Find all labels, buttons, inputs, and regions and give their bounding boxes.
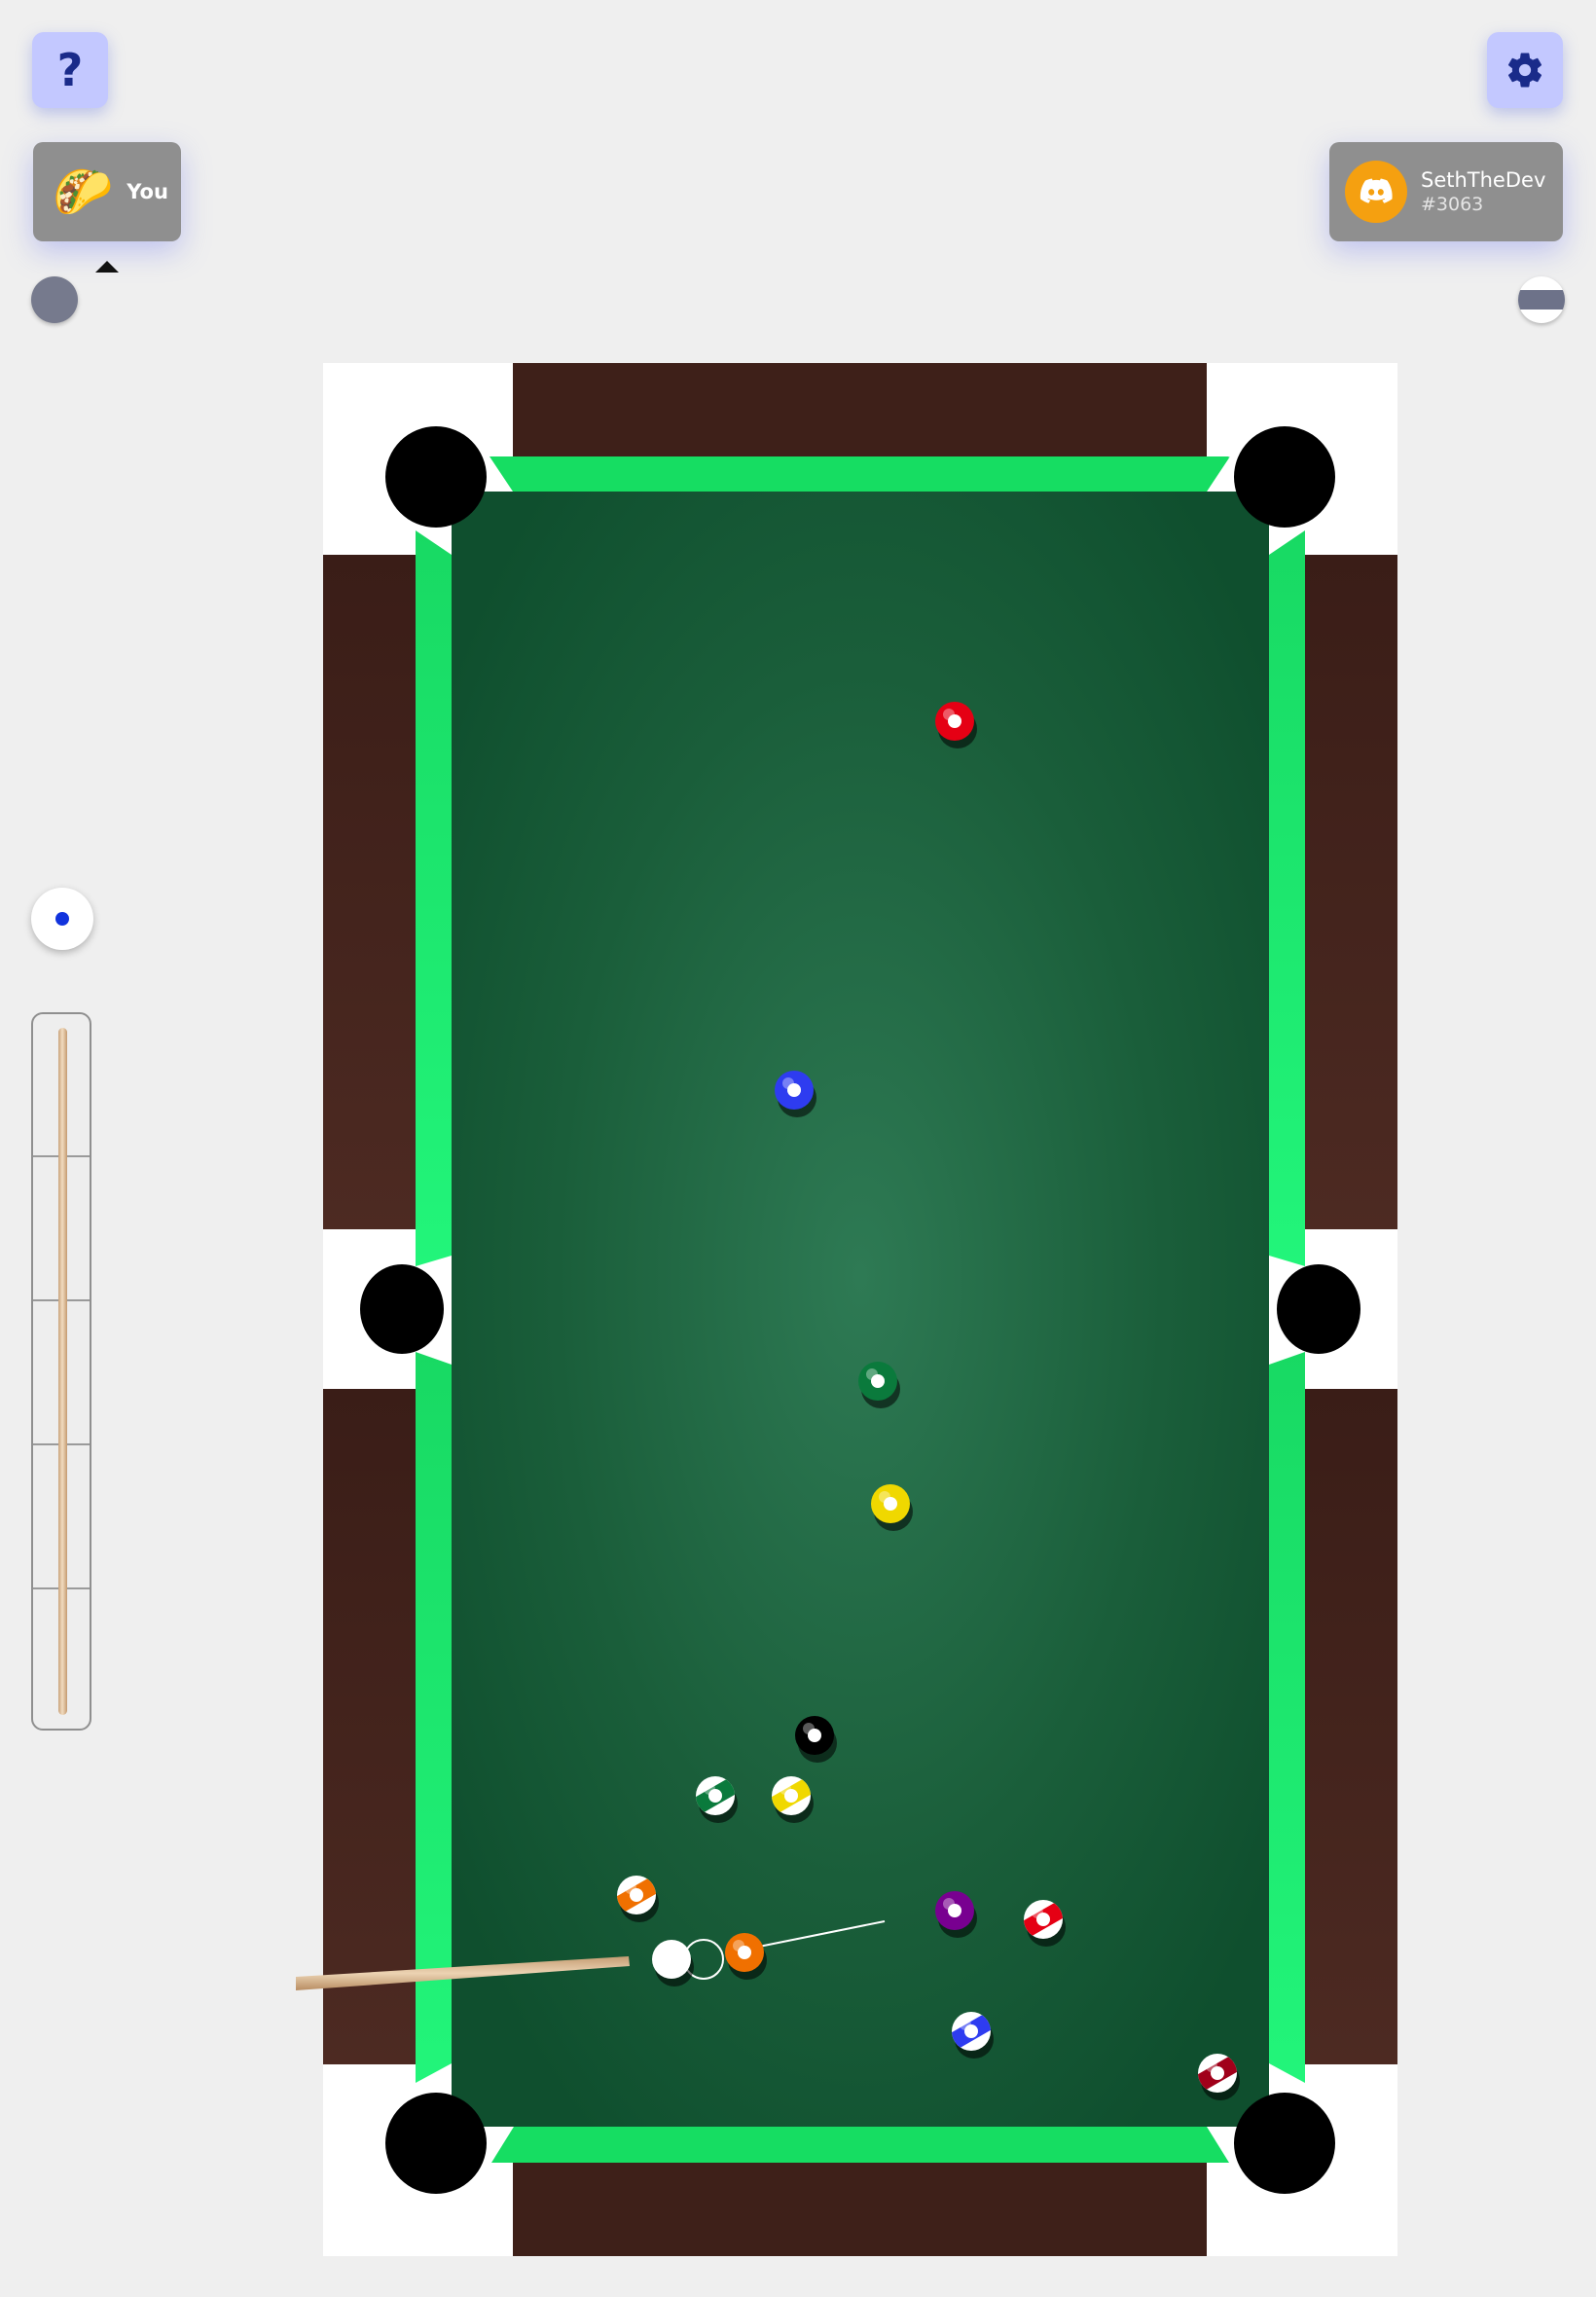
cushion-right-lower bbox=[1269, 1352, 1305, 2083]
rail-left-upper bbox=[323, 555, 416, 1229]
rail-top bbox=[513, 363, 1207, 456]
cushion-top-main bbox=[491, 456, 1229, 492]
cushion-right-upper bbox=[1269, 530, 1305, 1266]
pocket-middle-left-icon bbox=[360, 1264, 444, 1354]
pocket-bottom-left-icon bbox=[385, 2093, 487, 2194]
cushion-left-upper bbox=[416, 530, 452, 1266]
pocket-top-left-icon bbox=[385, 426, 487, 528]
rail-right-upper bbox=[1305, 555, 1397, 1229]
pocket-top-right-icon bbox=[1234, 426, 1335, 528]
table-felt bbox=[452, 492, 1269, 2127]
pocket-middle-right-icon bbox=[1277, 1264, 1360, 1354]
pool-table[interactable] bbox=[0, 0, 1596, 2297]
rail-left-lower bbox=[323, 1389, 416, 2064]
cushion-bottom bbox=[491, 2127, 1229, 2163]
rail-right-lower bbox=[1305, 1389, 1397, 2064]
pocket-bottom-right-icon bbox=[1234, 2093, 1335, 2194]
rail-bottom bbox=[513, 2163, 1207, 2256]
